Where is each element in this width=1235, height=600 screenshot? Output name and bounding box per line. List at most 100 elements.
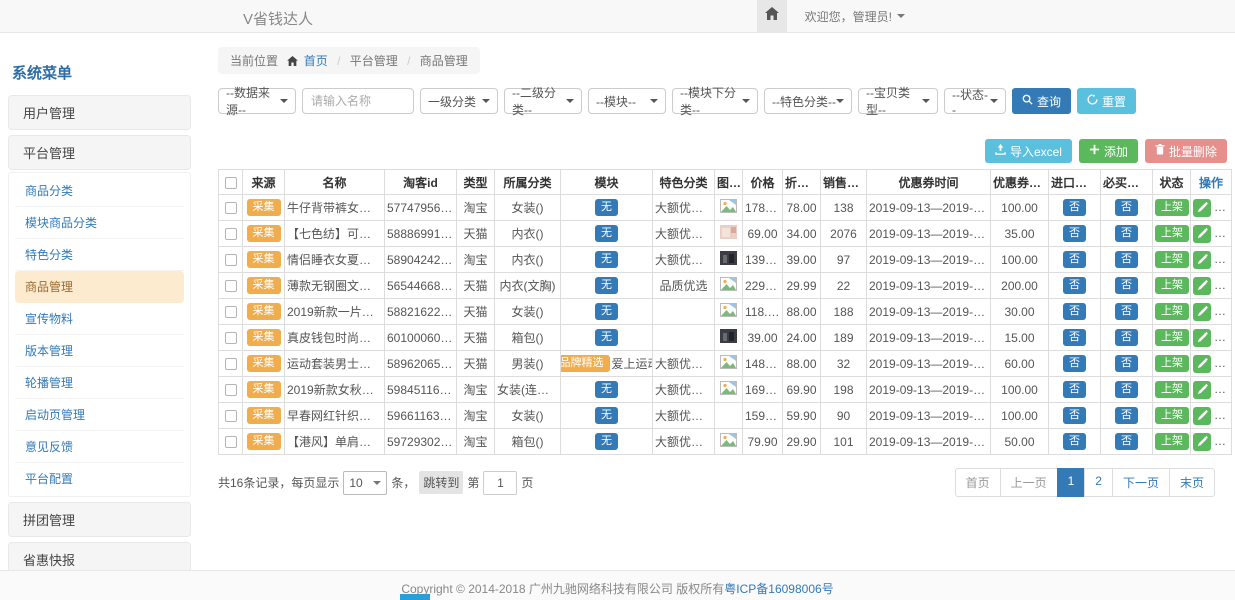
module-badge[interactable]: 无 <box>595 329 618 346</box>
edit-button[interactable] <box>1193 329 1211 347</box>
status-badge[interactable]: 上架 <box>1155 329 1189 346</box>
sidebar-item-宣传物料[interactable]: 宣传物料 <box>15 303 184 335</box>
row-checkbox[interactable] <box>225 280 237 292</box>
sidebar-group-拼团管理[interactable]: 拼团管理 <box>8 502 191 537</box>
name-search-input[interactable] <box>302 88 414 114</box>
edit-button[interactable] <box>1193 199 1211 217</box>
module-badge[interactable]: 无 <box>595 381 618 398</box>
add-button[interactable]: 添加 <box>1079 139 1138 163</box>
per-page-select[interactable]: 10 <box>343 471 387 495</box>
sidebar-item-商品分类[interactable]: 商品分类 <box>15 175 184 207</box>
page-button-下一页[interactable]: 下一页 <box>1112 468 1170 497</box>
sidebar-item-启动页管理[interactable]: 启动页管理 <box>15 399 184 431</box>
import-select-toggle[interactable]: 否 <box>1063 199 1086 216</box>
edit-button[interactable] <box>1193 407 1211 425</box>
row-checkbox[interactable] <box>225 202 237 214</box>
edit-button[interactable] <box>1193 251 1211 269</box>
query-button[interactable]: 查询 <box>1012 88 1071 114</box>
import-excel-button[interactable]: 导入excel <box>985 139 1072 163</box>
must-buy-toggle[interactable]: 否 <box>1115 407 1138 424</box>
must-buy-toggle[interactable]: 否 <box>1115 199 1138 216</box>
page-button-1[interactable]: 1 <box>1057 468 1086 497</box>
row-checkbox[interactable] <box>225 254 237 266</box>
import-select-toggle[interactable]: 否 <box>1063 277 1086 294</box>
module-badge[interactable]: 无 <box>595 225 618 242</box>
row-checkbox[interactable] <box>225 228 237 240</box>
import-select-toggle[interactable]: 否 <box>1063 355 1086 372</box>
module-badge[interactable]: 无 <box>595 433 618 450</box>
edit-button[interactable] <box>1193 381 1211 399</box>
module-badge[interactable]: 无 <box>595 251 618 268</box>
page-number-input[interactable] <box>483 471 517 495</box>
row-checkbox[interactable] <box>225 410 237 422</box>
must-buy-toggle[interactable]: 否 <box>1115 329 1138 346</box>
user-menu[interactable]: 欢迎您，管理员! <box>805 8 905 25</box>
status-badge[interactable]: 上架 <box>1155 355 1189 372</box>
import-select-toggle[interactable]: 否 <box>1063 251 1086 268</box>
must-buy-toggle[interactable]: 否 <box>1115 251 1138 268</box>
module-badge[interactable]: 品牌精选 <box>561 355 610 372</box>
row-checkbox[interactable] <box>225 436 237 448</box>
sidebar-item-轮播管理[interactable]: 轮播管理 <box>15 367 184 399</box>
status-badge[interactable]: 上架 <box>1155 407 1189 424</box>
must-buy-toggle[interactable]: 否 <box>1115 303 1138 320</box>
filter-select-3[interactable]: --模块-- <box>588 88 666 114</box>
status-badge[interactable]: 上架 <box>1155 381 1189 398</box>
filter-select-7[interactable]: --状态-- <box>944 88 1006 114</box>
reset-button[interactable]: 重置 <box>1077 88 1136 114</box>
import-select-toggle[interactable]: 否 <box>1063 225 1086 242</box>
filter-select-5[interactable]: --特色分类-- <box>764 88 852 114</box>
module-badge[interactable]: 无 <box>595 303 618 320</box>
sidebar-item-意见反馈[interactable]: 意见反馈 <box>15 431 184 463</box>
filter-select-6[interactable]: --宝贝类型-- <box>858 88 938 114</box>
filter-select-1[interactable]: 一级分类 <box>420 88 498 114</box>
import-select-toggle[interactable]: 否 <box>1063 407 1086 424</box>
jump-to-button[interactable]: 跳转到 <box>419 471 463 494</box>
status-badge[interactable]: 上架 <box>1155 433 1189 450</box>
data-source-select[interactable]: --数据来源-- <box>218 88 296 114</box>
must-buy-toggle[interactable]: 否 <box>1115 277 1138 294</box>
import-select-toggle[interactable]: 否 <box>1063 303 1086 320</box>
status-badge[interactable]: 上架 <box>1155 303 1189 320</box>
edit-button[interactable] <box>1193 225 1211 243</box>
module-badge[interactable]: 无 <box>595 277 618 294</box>
module-badge[interactable]: 无 <box>595 199 618 216</box>
sidebar-item-模块商品分类[interactable]: 模块商品分类 <box>15 207 184 239</box>
sidebar-item-特色分类[interactable]: 特色分类 <box>15 239 184 271</box>
sidebar-group-用户管理[interactable]: 用户管理 <box>8 95 191 130</box>
sidebar-group-平台管理[interactable]: 平台管理 <box>8 135 191 170</box>
filter-select-4[interactable]: --模块下分类-- <box>672 88 758 114</box>
page-button-末页[interactable]: 末页 <box>1169 468 1215 497</box>
must-buy-toggle[interactable]: 否 <box>1115 381 1138 398</box>
sidebar-group-省惠快报[interactable]: 省惠快报 <box>8 542 191 570</box>
edit-button[interactable] <box>1193 303 1211 321</box>
status-badge[interactable]: 上架 <box>1155 251 1189 268</box>
must-buy-toggle[interactable]: 否 <box>1115 433 1138 450</box>
edit-button[interactable] <box>1193 355 1211 373</box>
select-all-checkbox[interactable] <box>225 177 237 189</box>
batch-delete-button[interactable]: 批量删除 <box>1145 139 1227 163</box>
filter-select-2[interactable]: --二级分类-- <box>504 88 582 114</box>
must-buy-toggle[interactable]: 否 <box>1115 225 1138 242</box>
module-badge[interactable]: 无 <box>595 407 618 424</box>
sidebar-item-平台配置[interactable]: 平台配置 <box>15 463 184 494</box>
import-select-toggle[interactable]: 否 <box>1063 329 1086 346</box>
home-button[interactable] <box>757 0 787 32</box>
status-badge[interactable]: 上架 <box>1155 225 1189 242</box>
row-checkbox[interactable] <box>225 306 237 318</box>
import-select-toggle[interactable]: 否 <box>1063 433 1086 450</box>
page-button-2[interactable]: 2 <box>1084 468 1113 497</box>
import-select-toggle[interactable]: 否 <box>1063 381 1086 398</box>
status-badge[interactable]: 上架 <box>1155 277 1189 294</box>
status-badge[interactable]: 上架 <box>1155 199 1189 216</box>
breadcrumb-item-platform[interactable]: 平台管理 <box>350 54 398 68</box>
edit-button[interactable] <box>1193 433 1211 451</box>
icp-link[interactable]: 粤ICP备16098006号 <box>724 582 833 596</box>
row-checkbox[interactable] <box>225 332 237 344</box>
must-buy-toggle[interactable]: 否 <box>1115 355 1138 372</box>
breadcrumb-home-link[interactable]: 首页 <box>304 54 328 68</box>
row-checkbox[interactable] <box>225 384 237 396</box>
sidebar-item-商品管理[interactable]: 商品管理 <box>15 271 184 303</box>
sidebar-item-版本管理[interactable]: 版本管理 <box>15 335 184 367</box>
edit-button[interactable] <box>1193 277 1211 295</box>
